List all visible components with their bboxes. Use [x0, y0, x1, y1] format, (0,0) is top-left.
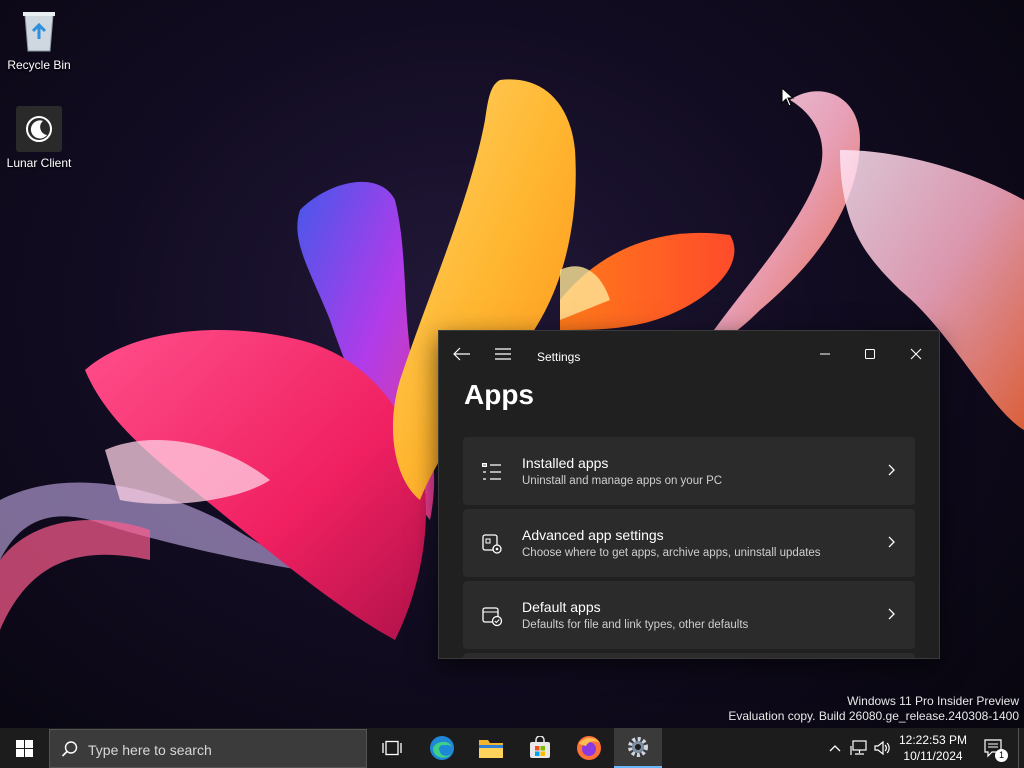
chevron-right-icon: [888, 464, 895, 476]
default-apps-icon: [482, 607, 503, 627]
close-icon: [910, 348, 922, 360]
recycle-bin-icon: [16, 8, 62, 54]
edge-browser-icon: [430, 736, 454, 760]
evaluation-watermark: Windows 11 Pro Insider Preview Evaluatio…: [728, 694, 1019, 724]
chevron-right-icon: [888, 536, 895, 548]
mouse-cursor-icon: [781, 87, 795, 107]
start-button[interactable]: [0, 728, 48, 768]
store-taskbar-button[interactable]: [516, 728, 564, 768]
partial-next-card[interactable]: [463, 653, 915, 658]
search-placeholder: Type here to search: [88, 742, 212, 758]
task-view-icon: [382, 740, 402, 756]
watermark-line-1: Windows 11 Pro Insider Preview: [847, 694, 1019, 708]
settings-window: Settings Apps Installed apps Uninstall a…: [438, 330, 940, 659]
desktop-icon-recycle-bin[interactable]: Recycle Bin: [4, 8, 74, 72]
clock-date: 10/11/2024: [903, 749, 963, 763]
task-view-button[interactable]: [368, 728, 416, 768]
window-title: Settings: [537, 350, 581, 364]
speaker-icon: [874, 740, 890, 756]
watermark-line-2: Evaluation copy. Build 26080.ge_release.…: [728, 709, 1019, 723]
installed-apps-icon: [482, 463, 501, 480]
microsoft-store-icon: [530, 736, 550, 758]
edge-taskbar-button[interactable]: [418, 728, 466, 768]
hamburger-menu-icon[interactable]: [495, 348, 511, 360]
notification-badge: 1: [995, 749, 1008, 762]
settings-taskbar-button[interactable]: [614, 728, 662, 768]
card-subtitle: Uninstall and manage apps on your PC: [522, 475, 723, 487]
card-title: Installed apps: [522, 455, 609, 471]
minimize-icon: [820, 353, 830, 355]
show-desktop-button[interactable]: [1018, 728, 1024, 768]
windows-logo-icon: [15, 739, 33, 757]
volume-button[interactable]: [872, 728, 894, 768]
clock-time: 12:22:53 PM: [898, 733, 968, 747]
notifications-button[interactable]: 1: [978, 728, 1010, 768]
show-hidden-icons-button[interactable]: [826, 728, 844, 768]
desktop-icon-lunar-client[interactable]: Lunar Client: [4, 106, 74, 170]
settings-gear-icon: [628, 737, 648, 757]
network-icon: [850, 740, 867, 755]
minimize-button[interactable]: [805, 339, 845, 369]
system-clock[interactable]: 12:22:53 PM 10/11/2024: [892, 732, 974, 764]
firefox-icon: [577, 736, 601, 760]
folder-icon: [479, 740, 503, 758]
advanced-app-settings-card[interactable]: Advanced app settings Choose where to ge…: [463, 509, 915, 577]
search-box[interactable]: Type here to search: [49, 729, 367, 768]
maximize-icon: [865, 349, 875, 359]
desktop-icon-label: Lunar Client: [6, 156, 72, 170]
chevron-up-icon: [829, 745, 841, 752]
firefox-taskbar-button[interactable]: [565, 728, 613, 768]
installed-apps-card[interactable]: Installed apps Uninstall and manage apps…: [463, 437, 915, 505]
card-subtitle: Defaults for file and link types, other …: [522, 619, 749, 631]
search-icon: [61, 741, 78, 757]
chevron-right-icon: [888, 608, 895, 620]
lunar-client-icon: [16, 106, 62, 152]
network-button[interactable]: [848, 728, 870, 768]
taskbar: Type here to search 12:22:53 PM 10/11/20…: [0, 728, 1024, 768]
card-title: Advanced app settings: [522, 527, 664, 543]
close-button[interactable]: [896, 339, 936, 369]
card-title: Default apps: [522, 599, 601, 615]
title-bar[interactable]: Settings: [439, 331, 939, 379]
default-apps-card[interactable]: Default apps Defaults for file and link …: [463, 581, 915, 649]
page-title: Apps: [464, 379, 534, 410]
card-subtitle: Choose where to get apps, archive apps, …: [522, 547, 821, 559]
maximize-button[interactable]: [850, 339, 890, 369]
desktop-icon-label: Recycle Bin: [7, 58, 71, 72]
back-arrow-icon[interactable]: [453, 347, 471, 361]
advanced-app-settings-icon: [482, 534, 502, 554]
file-explorer-taskbar-button[interactable]: [467, 728, 515, 768]
